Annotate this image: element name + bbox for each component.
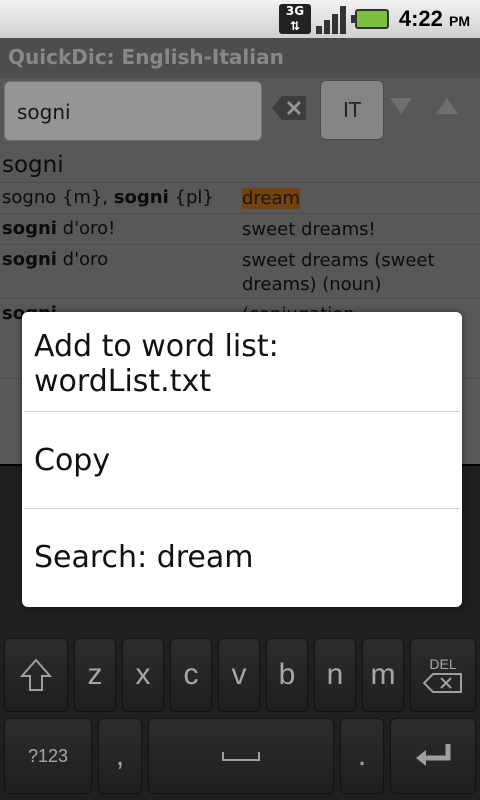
menu-item-search[interactable]: Search: dream [22, 509, 462, 605]
clock: 4:22 PM [399, 6, 470, 32]
clock-ampm: PM [449, 13, 470, 29]
menu-item-add-to-word-list[interactable]: Add to word list: wordList.txt [22, 316, 462, 412]
status-bar: 3G ⇅ 4:22 PM [0, 0, 480, 38]
network-type-label: 3G [285, 4, 305, 18]
menu-item-copy[interactable]: Copy [22, 412, 462, 508]
signal-strength-icon [316, 4, 350, 34]
context-menu: Add to word list: wordList.txt Copy Sear… [22, 312, 462, 607]
battery-charging-icon [351, 9, 389, 29]
clock-time: 4:22 [398, 6, 443, 31]
3g-data-icon: 3G ⇅ [279, 4, 311, 34]
